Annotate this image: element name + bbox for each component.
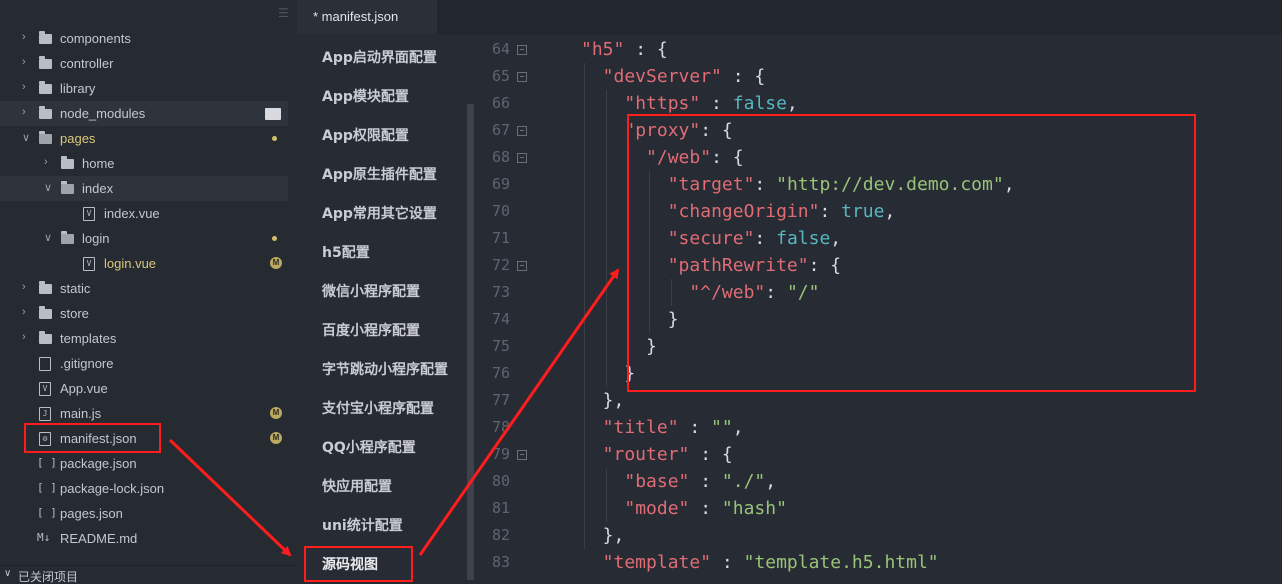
arrow-to-proxy-block: [418, 268, 620, 556]
annotation-arrows: [168, 268, 620, 557]
arrow-to-source-view: [168, 438, 292, 557]
